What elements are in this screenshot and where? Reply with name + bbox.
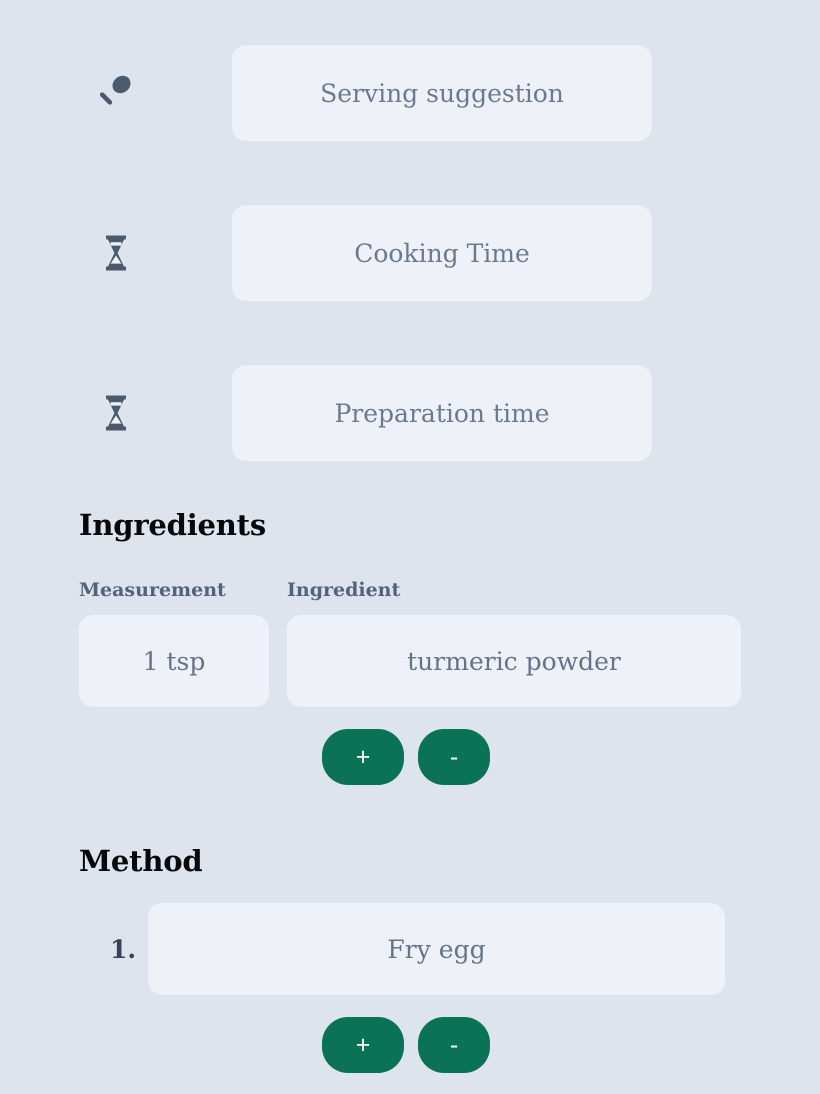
ingredient-input[interactable] [287,615,741,707]
hourglass-icon [102,394,130,432]
ingredient-button-group: + - [322,729,490,785]
method-heading: Method [79,844,203,878]
spoon-icon [99,73,133,113]
method-step-number: 1. [110,935,137,964]
serving-suggestion-row [0,45,820,141]
remove-method-step-button[interactable]: - [418,1017,490,1073]
ingredients-heading: Ingredients [79,508,267,542]
method-button-group: + - [322,1017,490,1073]
cooking-time-input[interactable] [232,205,652,301]
hourglass-icon [102,234,130,272]
spoon-icon-cell [0,73,232,113]
measurement-input[interactable] [79,615,269,707]
add-ingredient-button[interactable]: + [322,729,404,785]
method-step-input[interactable] [148,903,725,995]
add-method-step-button[interactable]: + [322,1017,404,1073]
preparation-time-row [0,365,820,461]
ingredient-column-label: Ingredient [287,579,401,601]
measurement-column-label: Measurement [79,579,226,601]
remove-ingredient-button[interactable]: - [418,729,490,785]
recipe-form-page: Ingredients Measurement Ingredient + - M… [0,0,820,1094]
hourglass-icon-cell-cooking [0,234,232,272]
serving-suggestion-input[interactable] [232,45,652,141]
cooking-time-row [0,205,820,301]
preparation-time-input[interactable] [232,365,652,461]
hourglass-icon-cell-prep [0,394,232,432]
